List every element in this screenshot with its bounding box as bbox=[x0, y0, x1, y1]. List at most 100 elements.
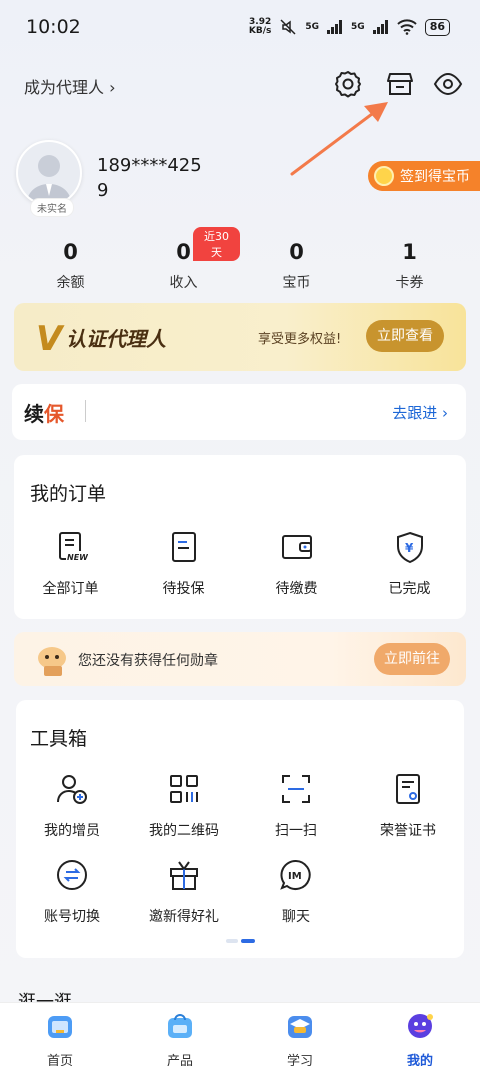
tool-scan[interactable]: 扫一扫 bbox=[240, 772, 352, 840]
agent-banner-title: 认证代理人 bbox=[66, 327, 166, 351]
tool-label: 邀新得好礼 bbox=[149, 909, 219, 925]
tool-label: 荣誉证书 bbox=[380, 823, 436, 839]
tool-qrcode[interactable]: 我的二维码 bbox=[128, 772, 240, 840]
tools-grid-row1: 我的增员 我的二维码 扫一扫 荣誉证书 bbox=[16, 772, 464, 840]
follow-up-link[interactable]: 去跟进 › bbox=[392, 402, 448, 423]
orders-title: 我的订单 bbox=[30, 483, 107, 505]
switch-account-icon bbox=[57, 860, 87, 890]
orders-grid: NEW 全部订单 待投保 待缴费 ¥ 已完成 bbox=[14, 530, 466, 598]
tool-label: 聊天 bbox=[282, 909, 310, 925]
page-dot bbox=[226, 939, 238, 943]
stat-label: 卡券 bbox=[395, 275, 424, 291]
stat-label: 宝币 bbox=[282, 275, 311, 291]
tool-switch-account[interactable]: 账号切换 bbox=[16, 858, 128, 926]
renewal-logo: 续保 bbox=[24, 402, 64, 426]
tool-label: 我的增员 bbox=[44, 823, 100, 839]
signin-button[interactable]: 签到得宝币 bbox=[368, 161, 480, 191]
medal-message: 您还没有获得任何勋章 bbox=[78, 653, 218, 669]
order-all[interactable]: NEW 全部订单 bbox=[14, 530, 127, 598]
stat-income[interactable]: 近30天 0 收入 bbox=[127, 227, 240, 292]
coin-icon bbox=[374, 166, 394, 186]
signin-label: 签到得宝币 bbox=[400, 169, 470, 185]
tools-grid-row2: 账号切换 邀新得好礼 IM 聊天 bbox=[16, 858, 464, 926]
page-dot-active bbox=[241, 939, 255, 943]
tool-certificate[interactable]: 荣誉证书 bbox=[352, 772, 464, 840]
tool-invite-gift[interactable]: 邀新得好礼 bbox=[128, 858, 240, 926]
certificate-icon bbox=[396, 774, 420, 804]
stat-coins[interactable]: 0 宝币 bbox=[240, 240, 353, 292]
order-completed[interactable]: ¥ 已完成 bbox=[353, 530, 466, 598]
view-now-button[interactable]: 立即查看 bbox=[366, 320, 444, 352]
go-now-button[interactable]: 立即前往 bbox=[374, 643, 450, 675]
tab-products[interactable]: 产品 bbox=[120, 1003, 240, 1066]
stat-balance[interactable]: 0 余额 bbox=[14, 240, 127, 292]
shopping-bag-icon bbox=[168, 1014, 192, 1038]
graduation-cap-icon bbox=[288, 1016, 312, 1038]
order-label: 全部订单 bbox=[42, 581, 99, 597]
tab-label: 首页 bbox=[46, 1054, 73, 1066]
mascot-icon bbox=[38, 647, 66, 676]
bottom-tab-bar: 首页 产品 学习 我的 bbox=[0, 1002, 480, 1066]
gift-icon bbox=[170, 861, 198, 890]
order-label: 已完成 bbox=[388, 581, 431, 597]
tool-label: 我的二维码 bbox=[149, 823, 219, 839]
stat-coupons[interactable]: 1 卡券 bbox=[353, 240, 466, 292]
avatar[interactable]: 未实名 bbox=[16, 140, 84, 217]
divider bbox=[85, 400, 86, 422]
stat-label: 收入 bbox=[169, 275, 198, 291]
signal-label-2: 5G bbox=[351, 22, 365, 32]
page-indicator bbox=[226, 939, 255, 943]
tab-label: 产品 bbox=[166, 1054, 193, 1066]
status-icons: 3.92 KB/s 5G 5G 86 bbox=[249, 18, 450, 36]
stat-value: 0 bbox=[289, 240, 304, 264]
tab-learning[interactable]: 学习 bbox=[240, 1003, 360, 1066]
signal-icon bbox=[327, 20, 343, 34]
document-icon bbox=[171, 532, 196, 562]
eye-icon[interactable] bbox=[432, 68, 464, 100]
add-user-icon bbox=[57, 775, 87, 804]
tool-label: 扫一扫 bbox=[275, 823, 317, 839]
order-pending-insure[interactable]: 待投保 bbox=[127, 530, 240, 598]
scan-icon bbox=[282, 775, 310, 803]
battery-indicator: 86 bbox=[424, 18, 450, 36]
mute-icon bbox=[280, 19, 296, 35]
income-period-badge: 近30天 bbox=[193, 227, 240, 261]
tab-label: 学习 bbox=[286, 1054, 313, 1066]
tool-label: 账号切换 bbox=[44, 909, 100, 925]
avatar-image bbox=[16, 140, 82, 206]
agent-banner-subtitle: 享受更多权益! bbox=[258, 332, 342, 347]
become-agent-link[interactable]: 成为代理人 › bbox=[24, 74, 116, 98]
svg-text:IM: IM bbox=[288, 871, 302, 882]
tab-home[interactable]: 首页 bbox=[0, 1003, 120, 1066]
tab-label: 我的 bbox=[406, 1054, 433, 1066]
toolbox-card: 工具箱 我的增员 我的二维码 扫一扫 荣誉证书 账号切换 邀新得好礼 IM 聊天 bbox=[16, 700, 464, 958]
signal-icon bbox=[372, 20, 388, 34]
wallet-icon bbox=[281, 535, 312, 559]
agent-v-logo: V bbox=[36, 319, 63, 359]
stat-label: 余额 bbox=[56, 275, 85, 291]
order-label: 待缴费 bbox=[275, 581, 318, 597]
tool-empty-slot bbox=[352, 858, 464, 926]
tab-mine[interactable]: 我的 bbox=[360, 1003, 480, 1066]
wifi-icon bbox=[396, 19, 417, 35]
toolbox-title: 工具箱 bbox=[30, 728, 88, 750]
order-label: 待投保 bbox=[162, 581, 205, 597]
home-icon bbox=[48, 1016, 72, 1038]
shield-yen-icon: ¥ bbox=[396, 531, 423, 564]
stat-value: 0 bbox=[63, 240, 78, 264]
network-speed: 3.92 KB/s bbox=[248, 17, 272, 36]
medal-banner[interactable]: 您还没有获得任何勋章 立即前往 bbox=[14, 632, 466, 686]
phone-number: 189****4259 bbox=[97, 155, 202, 201]
svg-text:¥: ¥ bbox=[405, 541, 414, 555]
stats-row: 0 余额 近30天 0 收入 0 宝币 1 卡券 bbox=[14, 227, 466, 292]
clipboard-new-icon: NEW bbox=[58, 532, 89, 562]
order-pending-payment[interactable]: 待缴费 bbox=[240, 530, 353, 598]
tool-chat[interactable]: IM 聊天 bbox=[240, 858, 352, 926]
status-bar: 10:02 3.92 KB/s 5G 5G 86 bbox=[0, 0, 480, 58]
renewal-card[interactable]: 续保 去跟进 › bbox=[12, 384, 466, 440]
chat-im-icon: IM bbox=[280, 859, 311, 890]
tool-add-member[interactable]: 我的增员 bbox=[16, 772, 128, 840]
agent-certification-banner[interactable]: V 认证代理人 享受更多权益! 立即查看 bbox=[14, 303, 466, 371]
svg-text:NEW: NEW bbox=[67, 553, 88, 562]
my-orders-card: 我的订单 NEW 全部订单 待投保 待缴费 ¥ 已完成 bbox=[14, 455, 466, 619]
